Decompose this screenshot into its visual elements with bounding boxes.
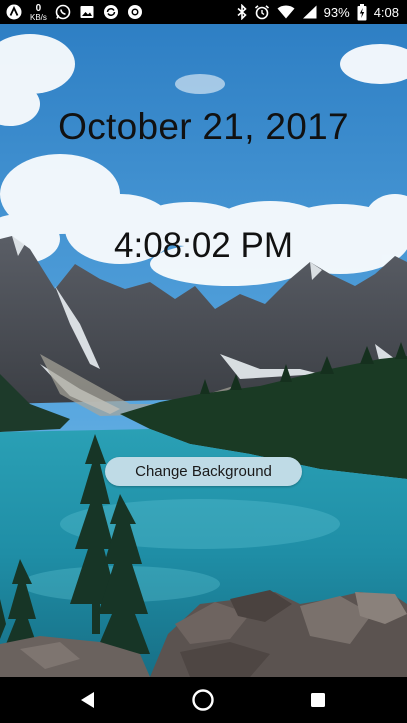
date-label: October 21, 2017 — [58, 106, 349, 147]
record-icon — [127, 4, 143, 20]
change-background-button[interactable]: Change Background — [105, 457, 302, 486]
net-speed-unit: KB/s — [30, 12, 47, 22]
recents-icon — [310, 692, 326, 708]
battery-percent: 93% — [323, 4, 350, 20]
status-bar-right: 93% 4:08 — [237, 0, 399, 24]
navigation-bar — [0, 677, 407, 723]
sync-icon — [103, 4, 119, 20]
net-speed-value: 0 — [35, 2, 42, 14]
status-time: 4:08 — [373, 4, 399, 20]
recents-button[interactable] — [288, 677, 348, 723]
whatsapp-icon — [55, 4, 71, 20]
time-label: 4:08:02 PM — [114, 226, 293, 265]
image-icon — [79, 4, 95, 20]
home-button[interactable] — [173, 677, 233, 723]
status-bar: 0 KB/s 93% 4:08 — [0, 0, 407, 24]
back-icon — [80, 691, 96, 709]
home-icon — [192, 689, 214, 711]
bluetooth-icon — [237, 4, 247, 20]
alarm-icon — [254, 4, 270, 20]
app-a-icon — [6, 4, 22, 20]
signal-icon — [302, 5, 317, 19]
wifi-icon — [277, 5, 295, 19]
status-bar-left: 0 KB/s — [6, 0, 143, 24]
lock-screen: 0 KB/s 93% 4:08 October 21, 2017 4:08:02… — [0, 0, 407, 723]
net-speed: 0 KB/s — [30, 3, 47, 22]
battery-charging-icon — [357, 3, 367, 21]
back-button[interactable] — [58, 677, 118, 723]
